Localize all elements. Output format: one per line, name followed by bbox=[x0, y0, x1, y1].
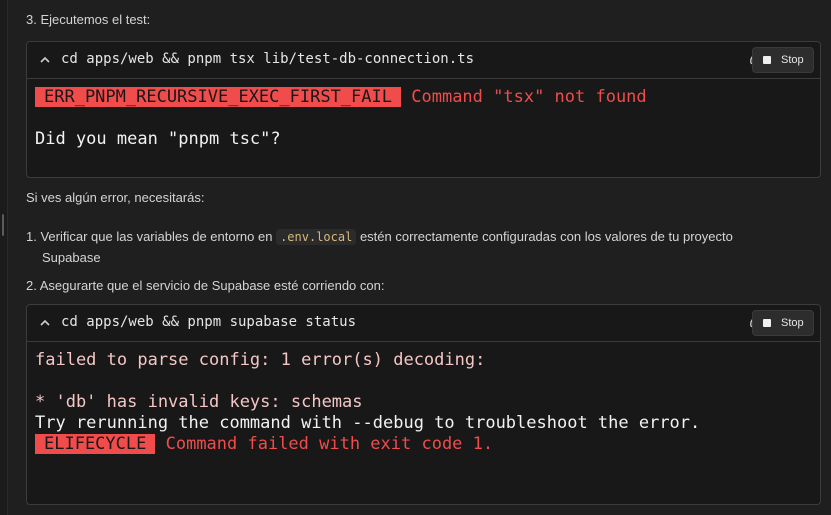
error-intro-text: Si ves algún error, necesitarás: bbox=[26, 190, 205, 205]
stop-button-label: Stop bbox=[781, 54, 804, 66]
list-item-text: Asegurarte que el servicio de Supabase e… bbox=[39, 278, 385, 293]
list-item-text: estén correctamente configuradas con los… bbox=[359, 229, 733, 244]
terminal-block-1: cd apps/web && pnpm tsx lib/test-db-conn… bbox=[26, 41, 821, 178]
error-badge: ERR_PNPM_RECURSIVE_EXEC_FIRST_FAIL bbox=[35, 87, 401, 107]
output-line: * 'db' has invalid keys: schemas bbox=[35, 392, 363, 412]
stop-button-label: Stop bbox=[781, 317, 804, 329]
chevron-up-icon[interactable] bbox=[38, 53, 52, 67]
step-heading: 3. Ejecutemos el test: bbox=[26, 12, 151, 27]
terminal-block-2: cd apps/web && pnpm supabase status Stop… bbox=[26, 304, 821, 505]
list-number: 1. bbox=[26, 229, 37, 244]
output-line: failed to parse config: 1 error(s) decod… bbox=[35, 350, 486, 370]
list-item-text: Verificar que las variables de entorno e… bbox=[40, 229, 273, 244]
error-line: ELIFECYCLE Command failed with exit code… bbox=[35, 434, 493, 455]
list-item-1: 1. Verificar que las variables de entorn… bbox=[26, 229, 733, 245]
terminal-command: cd apps/web && pnpm supabase status bbox=[61, 314, 357, 330]
chevron-up-icon[interactable] bbox=[38, 316, 52, 330]
suggestion-line: Did you mean "pnpm tsc"? bbox=[35, 129, 281, 149]
terminal-header: cd apps/web && pnpm supabase status Stop bbox=[27, 305, 820, 342]
terminal-header: cd apps/web && pnpm tsx lib/test-db-conn… bbox=[27, 42, 820, 79]
output-line: Try rerunning the command with --debug t… bbox=[35, 413, 701, 433]
stop-square-icon bbox=[763, 56, 771, 64]
stop-button[interactable]: Stop bbox=[752, 47, 814, 73]
error-message: Command failed with exit code 1. bbox=[165, 434, 494, 454]
terminal-command: cd apps/web && pnpm tsx lib/test-db-conn… bbox=[61, 51, 475, 67]
list-item-2: 2. Asegurarte que el servicio de Supabas… bbox=[26, 278, 384, 293]
list-item-1-continued: Supabase bbox=[42, 250, 101, 265]
stop-square-icon bbox=[763, 319, 771, 327]
error-badge: ELIFECYCLE bbox=[35, 434, 156, 454]
error-line: ERR_PNPM_RECURSIVE_EXEC_FIRST_FAIL Comma… bbox=[35, 87, 647, 108]
list-number: 2. bbox=[26, 278, 37, 293]
inline-code: .env.local bbox=[276, 229, 357, 245]
error-message: Command "tsx" not found bbox=[411, 87, 647, 107]
editor-gutter bbox=[0, 0, 8, 515]
resize-handle[interactable] bbox=[2, 214, 4, 236]
stop-button[interactable]: Stop bbox=[752, 310, 814, 336]
